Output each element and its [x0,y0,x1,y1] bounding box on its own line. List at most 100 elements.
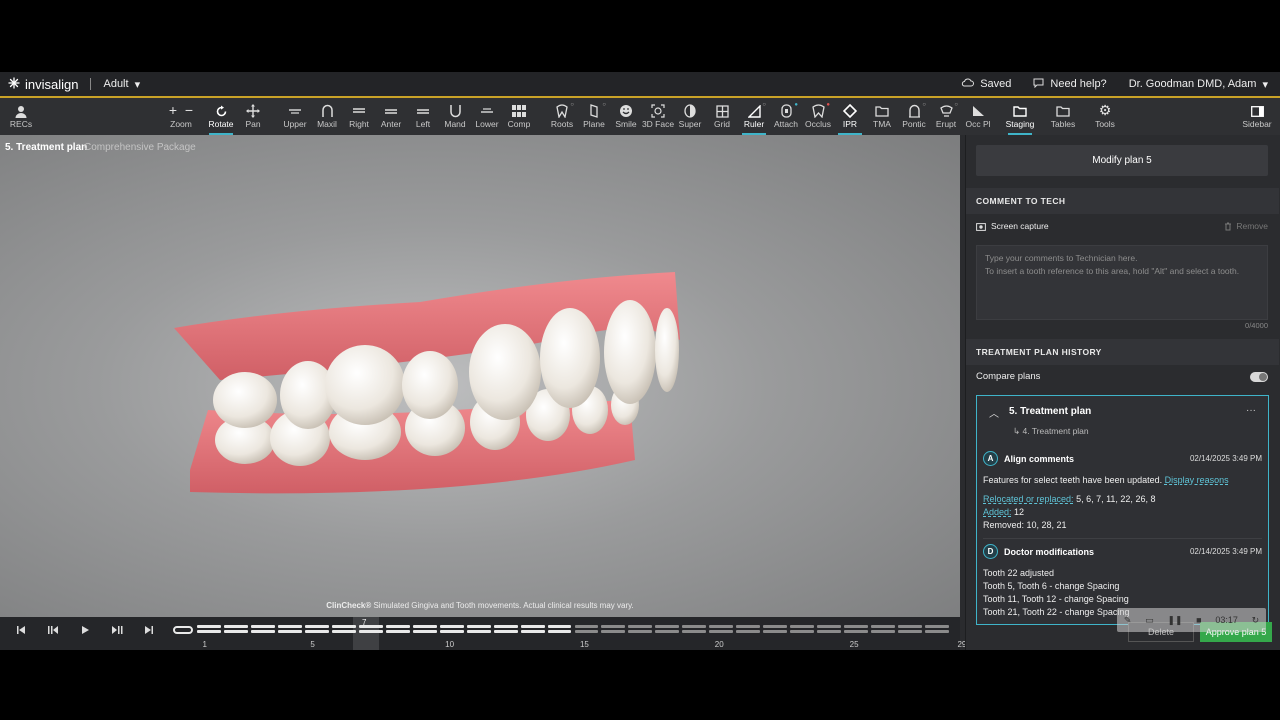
stage-bar[interactable] [628,625,653,628]
play-button[interactable] [77,624,93,640]
stage-bar[interactable] [250,625,275,628]
restart-icon[interactable]: ↻ [1252,615,1260,626]
stage-bar[interactable] [790,625,815,628]
stage-bar[interactable] [547,625,572,628]
stage-bar[interactable] [520,625,545,628]
stage-bar[interactable] [223,630,248,633]
stage-bar[interactable] [601,625,626,628]
tables-button[interactable]: Tables [1043,101,1083,129]
collapse-icon[interactable]: ︿ [989,405,999,420]
screen-capture-button[interactable]: Screen capture [976,221,1049,231]
stage-bar[interactable] [520,630,545,633]
stage-bar[interactable] [655,625,680,628]
stage-bar[interactable] [574,625,599,628]
stage-bar[interactable] [898,625,923,628]
stage-bar[interactable] [898,630,923,633]
stage-bar[interactable] [817,625,842,628]
stage-bar[interactable] [493,630,518,633]
stage-bar[interactable] [709,630,734,633]
plan-history-card: ︿ 5. Treatment plan ··· ↳ 4. Treatment p… [976,395,1269,625]
stage-bar[interactable] [763,630,788,633]
pan-button[interactable]: Pan [233,101,273,129]
pause-icon[interactable]: ❚❚ [1167,615,1182,626]
remove-button[interactable]: Remove [1224,221,1268,231]
stage-bar[interactable] [925,625,949,628]
screen-icon[interactable]: ▭ [1145,615,1154,626]
stage-bar[interactable] [412,625,437,628]
pen-icon[interactable]: ✎ [1124,615,1132,626]
stage-bar[interactable] [197,625,221,628]
lower-label: Lower [475,119,499,129]
stage-bar[interactable] [736,630,761,633]
anter-label: Anter [380,119,402,129]
stage-bar[interactable] [493,625,518,628]
stop-icon[interactable]: ■ [1196,615,1201,625]
zoom-button[interactable]: + − Zoom [161,101,201,129]
stage-bar[interactable] [763,625,788,628]
dental-model[interactable] [160,260,700,520]
stage-bar[interactable] [844,630,869,633]
more-options-icon[interactable]: ··· [1246,405,1256,416]
stage-bar[interactable] [547,630,572,633]
step-back-button[interactable] [45,624,61,640]
stage-timeline[interactable]: 7 1 5 10 15 20 25 29 [0,617,966,650]
stage-bar[interactable] [574,630,599,633]
stage-bar[interactable] [223,625,248,628]
stage-bar[interactable] [709,625,734,628]
stage-bar[interactable] [736,625,761,628]
stage-bar[interactable] [871,625,896,628]
modify-plan-button[interactable]: Modify plan 5 [976,145,1268,176]
stage-bar[interactable] [817,630,842,633]
stage-bar[interactable] [385,625,410,628]
doctor-badge: D [983,544,998,559]
stage-bar[interactable] [925,630,949,633]
stage-bar[interactable] [277,625,302,628]
stage-bar[interactable] [412,630,437,633]
stage-bar[interactable] [790,630,815,633]
user-menu[interactable]: Dr. Goodman DMD, Adam ▾ [1129,78,1268,91]
stage-zero[interactable] [173,626,193,634]
comment-textarea[interactable]: Type your comments to Technician here. T… [976,245,1268,320]
stage-bar[interactable] [871,630,896,633]
stage-bar[interactable] [439,630,464,633]
staging-button[interactable]: Staging [1000,101,1040,135]
stage-bar[interactable] [304,625,329,628]
recs-button[interactable]: RECs [1,101,41,129]
occ-plane-icon [958,101,998,119]
stage-bar[interactable] [331,625,356,628]
stage-bar[interactable] [277,630,302,633]
mode-selector[interactable]: Adult ▾ [103,78,140,91]
stage-tick-label: 1 [202,640,207,649]
stage-tick-label: 20 [714,640,724,649]
occ-plane-button[interactable]: Occ Pl [958,101,998,129]
stage-bar[interactable] [197,630,221,633]
stage-bar[interactable] [331,630,356,633]
help-link[interactable]: Need help? [1033,78,1107,91]
stage-bar[interactable] [655,630,680,633]
previous-plan-link[interactable]: ↳ 4. Treatment plan [1013,426,1089,437]
stage-bar[interactable] [844,625,869,628]
sidebar-toggle-button[interactable]: Sidebar [1237,101,1277,129]
skip-to-end-button[interactable] [141,624,157,640]
stage-bar[interactable] [358,625,383,628]
tools-button[interactable]: ⚙ Tools [1085,101,1125,129]
stage-bar[interactable] [304,630,329,633]
step-forward-button[interactable] [109,624,125,640]
stage-bar[interactable] [385,630,410,633]
stage-bar[interactable] [601,630,626,633]
stage-bar[interactable] [466,625,491,628]
grid-label: Grid [713,119,731,129]
comp-view-button[interactable]: Comp [499,101,539,129]
ipr-label: IPR [842,119,858,129]
stage-bar[interactable] [439,625,464,628]
stage-bar[interactable] [682,630,707,633]
3d-viewport[interactable]: 5. Treatment plan Comprehensive Package [0,135,960,617]
stage-bar[interactable] [250,630,275,633]
stage-bar[interactable] [628,630,653,633]
display-reasons-link[interactable]: Display reasons [1165,475,1229,485]
compare-plans-toggle[interactable] [1250,371,1268,382]
skip-to-start-button[interactable] [13,624,29,640]
stage-bar[interactable] [682,625,707,628]
stage-bar[interactable] [466,630,491,633]
stage-bar[interactable] [358,630,383,633]
